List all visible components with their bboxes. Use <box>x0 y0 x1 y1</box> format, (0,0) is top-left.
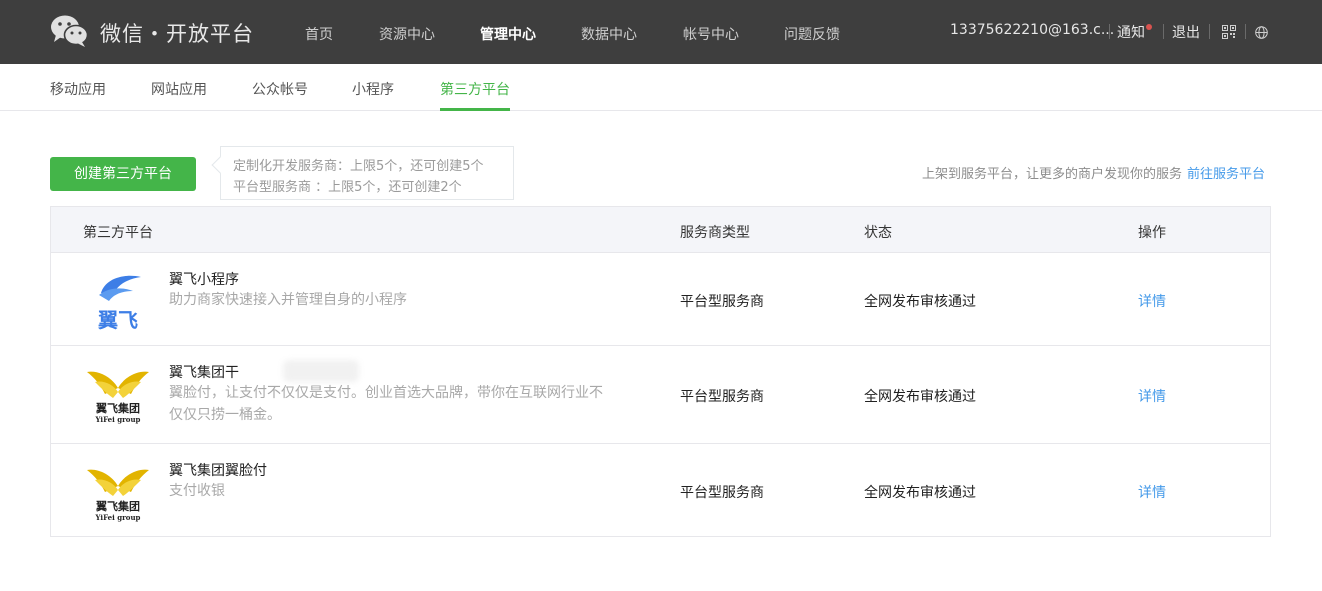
notify-link[interactable]: 通知 <box>1117 22 1145 42</box>
active-tab-indicator <box>440 108 510 111</box>
column-header-status: 状态 <box>864 225 892 241</box>
logout-link[interactable]: 退出 <box>1172 22 1200 42</box>
app-description: 翼脸付，让支付不仅仅是支付。创业首选大品牌，带你在互联网行业不仅仅只捞一桶金。 <box>169 385 603 423</box>
sub-navigation: 移动应用 网站应用 公众帐号 小程序 第三方平台 <box>0 64 1322 111</box>
nav-feedback[interactable]: 问题反馈 <box>784 24 840 44</box>
tab-mini-programs[interactable]: 小程序 <box>352 79 394 99</box>
nav-management[interactable]: 管理中心 <box>480 24 536 44</box>
table-header: 第三方平台 服务商类型 状态 操作 <box>51 207 1270 253</box>
yifei-blue-logo-icon: 翼飞 <box>97 275 141 332</box>
quota-tooltip: 定制化开发服务商：上限5个，还可创建5个 平台型服务商 ：上限5个，还可创建2个 <box>211 146 514 200</box>
app-name: 翼飞集团干 <box>169 365 239 381</box>
yifei-group-gold-logo-icon: 翼飞集团 YiFei group <box>87 469 149 522</box>
status-text: 全网发布审核通过 <box>864 294 976 310</box>
divider <box>1209 24 1210 39</box>
nav-home[interactable]: 首页 <box>305 24 333 44</box>
nav-resources[interactable]: 资源中心 <box>379 24 435 44</box>
nav-data[interactable]: 数据中心 <box>581 24 637 44</box>
detail-link[interactable]: 详情 <box>1138 386 1166 406</box>
status-text: 全网发布审核通过 <box>864 389 976 405</box>
logo-text: 翼飞集团 <box>95 401 140 415</box>
tab-official-accounts[interactable]: 公众帐号 <box>252 79 308 99</box>
column-header-type: 服务商类型 <box>680 225 750 241</box>
logo-subtext: YiFei group <box>95 415 141 424</box>
provider-type: 平台型服务商 <box>680 389 764 405</box>
tooltip-arrow <box>211 156 229 174</box>
wechat-logo-icon <box>51 15 88 47</box>
logo-text: 翼飞 <box>97 308 138 332</box>
tab-mobile-apps[interactable]: 移动应用 <box>50 79 106 99</box>
detail-link[interactable]: 详情 <box>1138 482 1166 502</box>
promo-text: 上架到服务平台，让更多的商户发现你的服务 <box>921 167 1182 182</box>
app-description: 助力商家快速接入并管理自身的小程序 <box>169 292 407 308</box>
logo-subtext: YiFei group <box>95 513 141 522</box>
nav-account[interactable]: 帐号中心 <box>683 24 739 44</box>
detail-link[interactable]: 详情 <box>1138 291 1166 311</box>
account-email[interactable]: 13375622210@163.c... <box>950 22 1114 38</box>
divider <box>1109 24 1110 39</box>
divider <box>1163 24 1164 39</box>
tab-third-party-platform[interactable]: 第三方平台 <box>440 79 510 99</box>
app-name: 翼飞小程序 <box>169 272 239 288</box>
column-header-platform: 第三方平台 <box>83 225 153 241</box>
top-navigation-bar: 微信・开放平台 首页 资源中心 管理中心 数据中心 帐号中心 问题反馈 1337… <box>0 0 1322 64</box>
redacted-text <box>283 360 359 382</box>
table-row: 翼飞集团 YiFei group 翼飞集团翼脸付 支付收银 平台型服务商 全网发… <box>51 444 1270 536</box>
platform-table: 第三方平台 服务商类型 状态 操作 翼飞 翼飞小程序 助力商家快速接入并管理自身… <box>50 206 1271 537</box>
quota-platform-text: 平台型服务商 ：上限5个，还可创建2个 <box>233 180 462 195</box>
table-row: 翼飞 翼飞小程序 助力商家快速接入并管理自身的小程序 平台型服务商 全网发布审核… <box>51 253 1270 346</box>
provider-type: 平台型服务商 <box>680 294 764 310</box>
notification-dot <box>1146 24 1152 30</box>
service-platform-link[interactable]: 前往服务平台 <box>1187 163 1265 182</box>
quota-custom-text: 定制化开发服务商：上限5个，还可创建5个 <box>233 159 484 174</box>
globe-icon[interactable] <box>1255 26 1268 39</box>
status-text: 全网发布审核通过 <box>864 485 976 501</box>
divider <box>1245 24 1246 39</box>
table-row: 翼飞集团 YiFei group 翼飞集团干 翼脸付，让支付不仅仅是支付。创业首… <box>51 346 1270 444</box>
yifei-group-gold-logo-icon: 翼飞集团 YiFei group <box>87 371 149 424</box>
column-header-action: 操作 <box>1138 225 1166 241</box>
app-name: 翼飞集团翼脸付 <box>169 463 267 479</box>
brand-title: 微信・开放平台 <box>100 22 254 46</box>
provider-type: 平台型服务商 <box>680 485 764 501</box>
create-platform-button[interactable]: 创建第三方平台 <box>50 157 196 191</box>
logo-text: 翼飞集团 <box>95 499 140 513</box>
tab-website-apps[interactable]: 网站应用 <box>151 79 207 99</box>
qrcode-icon[interactable] <box>1222 25 1236 39</box>
app-description: 支付收银 <box>169 483 225 499</box>
